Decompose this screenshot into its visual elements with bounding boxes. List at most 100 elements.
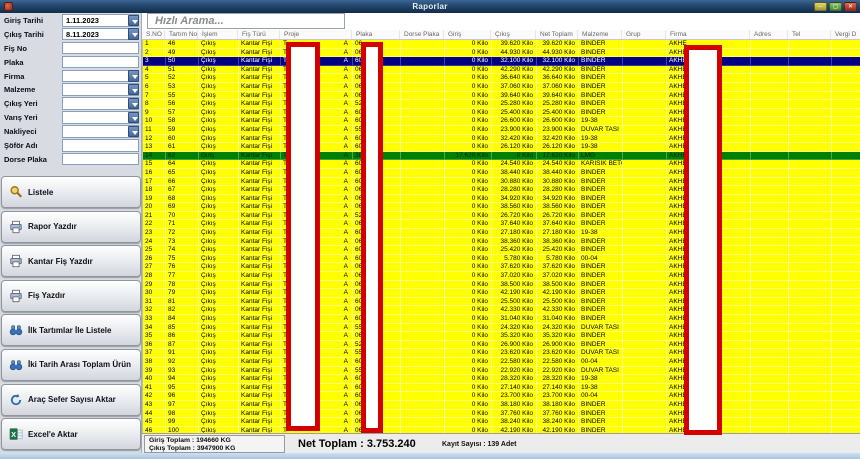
arac-sefer-sayisi-aktar-button[interactable]: Araç Sefer Sayısı Aktar bbox=[1, 384, 141, 416]
rapor-yazdir-button[interactable]: Rapor Yazdır bbox=[1, 211, 141, 243]
table-row[interactable]: 957ÇıkışKantar FişiTA600 Kilo25.400 Kilo… bbox=[143, 109, 860, 118]
table-row[interactable]: 3384ÇıkışKantar FişiTA600 Kilo31.040 Kil… bbox=[143, 315, 860, 324]
column-header-2[interactable]: İşlem bbox=[198, 30, 238, 39]
table-row[interactable]: 1564ÇıkışKantar FişiTA600 Kilo24.540 Kil… bbox=[143, 160, 860, 169]
proje-suffix: A bbox=[344, 135, 348, 143]
table-row[interactable]: 1968ÇıkışKantar FişiTA060 Kilo34.920 Kil… bbox=[143, 195, 860, 204]
plaka-input[interactable] bbox=[62, 56, 139, 69]
table-row[interactable]: 2978ÇıkışKantar FişiTA060 Kilo38.500 Kil… bbox=[143, 281, 860, 290]
table-row[interactable]: 1260ÇıkışKantar FişiTA600 Kilo32.420 Kil… bbox=[143, 135, 860, 144]
cell bbox=[789, 289, 832, 298]
cell bbox=[789, 263, 832, 272]
table-row[interactable]: 3282ÇıkışKantar FişiTA060 Kilo42.330 Kil… bbox=[143, 306, 860, 315]
cell: 23.620 Kilo bbox=[492, 349, 537, 358]
cell bbox=[789, 384, 832, 393]
kantar-fis-yazdir-button[interactable]: Kantar Fiş Yazdır bbox=[1, 245, 141, 277]
chevron-down-icon[interactable] bbox=[128, 84, 139, 96]
table-row[interactable]: 3993ÇıkışKantar FişiTA550 Kilo22.920 Kil… bbox=[143, 367, 860, 376]
dorse-plaka-input[interactable] bbox=[62, 153, 139, 166]
column-header-4[interactable]: Proje bbox=[280, 30, 352, 39]
table-row[interactable]: 1766ÇıkışKantar FişiTA600 Kilo30.880 Kil… bbox=[143, 178, 860, 187]
column-header-15[interactable]: Vergi D bbox=[831, 30, 860, 39]
fis-yazdir-button[interactable]: Fiş Yazdır bbox=[1, 280, 141, 312]
cell bbox=[401, 392, 445, 401]
column-header-0[interactable]: S.NO bbox=[142, 30, 165, 39]
table-row[interactable]: 2574ÇıkışKantar FişiTA600 Kilo25.420 Kil… bbox=[143, 246, 860, 255]
table-row[interactable]: 552ÇıkışKantar FişiTA060 Kilo36.640 Kilo… bbox=[143, 74, 860, 83]
table-row-selected[interactable]: 350ÇıkışKantar FişiTA600 Kilo32.100 Kilo… bbox=[143, 57, 860, 66]
table-row-highlighted[interactable]: 1462GirişKantar FişiTA3817.620 Kilo0 Kil… bbox=[143, 152, 860, 161]
maximize-button[interactable]: ▢ bbox=[829, 2, 842, 11]
table-row[interactable]: 2675ÇıkışKantar FişiTA600 Kilo5.780 Kilo… bbox=[143, 255, 860, 264]
table-row[interactable]: 3586ÇıkışKantar FişiTA060 Kilo35.320 Kil… bbox=[143, 332, 860, 341]
chevron-down-icon[interactable] bbox=[128, 98, 139, 110]
table-row[interactable]: 755ÇıkışKantar FişiTA060 Kilo39.640 Kilo… bbox=[143, 92, 860, 101]
table-row[interactable]: 2271ÇıkışKantar FişiTA060 Kilo37.640 Kil… bbox=[143, 220, 860, 229]
table-row[interactable]: 653ÇıkışKantar FişiTA060 Kilo37.060 Kilo… bbox=[143, 83, 860, 92]
chevron-down-icon[interactable] bbox=[128, 70, 139, 82]
table-row[interactable]: 2877ÇıkışKantar FişiTA060 Kilo37.020 Kil… bbox=[143, 272, 860, 281]
table-row[interactable]: 3687ÇıkışKantar FişiTA520 Kilo26.900 Kil… bbox=[143, 341, 860, 350]
column-header-10[interactable]: Malzeme bbox=[578, 30, 622, 39]
chevron-down-icon[interactable] bbox=[128, 126, 139, 138]
redaction-box-plaka bbox=[361, 42, 383, 433]
sofor-adi-input[interactable] bbox=[62, 139, 139, 152]
table-row[interactable]: 1867ÇıkışKantar FişiTA060 Kilo28.280 Kil… bbox=[143, 186, 860, 195]
excele-aktar-button[interactable]: XExcel'e Aktar bbox=[1, 418, 141, 450]
cell: 73 bbox=[166, 238, 199, 247]
table-row[interactable]: 2776ÇıkışKantar FişiTA060 Kilo37.620 Kil… bbox=[143, 263, 860, 272]
close-button[interactable]: ✕ bbox=[844, 2, 857, 11]
table-row[interactable]: 146ÇıkışKantar FişiTA060 Kilo39.620 Kilo… bbox=[143, 40, 860, 49]
column-header-14[interactable]: Tel bbox=[788, 30, 831, 39]
table-row[interactable]: 4599ÇıkışKantar FişiTA060 Kilo38.240 Kil… bbox=[143, 418, 860, 427]
quick-search-input[interactable]: Hızlı Arama... bbox=[147, 13, 345, 29]
column-header-9[interactable]: Net Toplam bbox=[536, 30, 578, 39]
cell: 28.320 Kilo bbox=[537, 375, 579, 384]
table-row[interactable]: 2473ÇıkışKantar FişiTA060 Kilo38.360 Kil… bbox=[143, 238, 860, 247]
column-header-11[interactable]: Grup bbox=[622, 30, 666, 39]
table-row[interactable]: 4498ÇıkışKantar FişiTA060 Kilo37.760 Kil… bbox=[143, 410, 860, 419]
records-table[interactable]: 146ÇıkışKantar FişiTA060 Kilo39.620 Kilo… bbox=[142, 40, 860, 433]
chevron-down-icon[interactable] bbox=[128, 112, 139, 124]
column-header-8[interactable]: Çıkış bbox=[491, 30, 536, 39]
table-row[interactable]: 3181ÇıkışKantar FişiTA600 Kilo25.500 Kil… bbox=[143, 298, 860, 307]
column-header-1[interactable]: Tartım No bbox=[165, 30, 198, 39]
ilk-tartimlar-ile-listele-button[interactable]: İlk Tartımlar İle Listele bbox=[1, 314, 141, 346]
minimize-button[interactable]: ─ bbox=[814, 2, 827, 11]
table-row[interactable]: 2069ÇıkışKantar FişiTA060 Kilo38.560 Kil… bbox=[143, 203, 860, 212]
column-header-5[interactable]: Plaka bbox=[352, 30, 400, 39]
table-row[interactable]: 1058ÇıkışKantar FişiTA600 Kilo26.600 Kil… bbox=[143, 117, 860, 126]
table-row[interactable]: 4094ÇıkışKantar FişiTA600 Kilo28.320 Kil… bbox=[143, 375, 860, 384]
table-row[interactable]: 3079ÇıkışKantar FişiTA060 Kilo42.190 Kil… bbox=[143, 289, 860, 298]
table-row[interactable]: 3791ÇıkışKantar FişiTA550 Kilo23.620 Kil… bbox=[143, 349, 860, 358]
table-row[interactable]: 4397ÇıkışKantar FişiTA060 Kilo38.180 Kil… bbox=[143, 401, 860, 410]
cell: BINDER bbox=[579, 74, 623, 83]
table-row[interactable]: 249ÇıkışKantar FişiTA060 Kilo44.930 Kilo… bbox=[143, 49, 860, 58]
column-header-7[interactable]: Giriş bbox=[444, 30, 491, 39]
table-row[interactable]: 1665ÇıkışKantar FişiTA600 Kilo38.440 Kil… bbox=[143, 169, 860, 178]
fis-no-input[interactable] bbox=[62, 42, 139, 55]
iki-tarih-arasi-toplam-urun-button[interactable]: İki Tarih Arası Toplam Ürün bbox=[1, 349, 141, 381]
cell bbox=[623, 160, 667, 169]
table-row[interactable]: 4195ÇıkışKantar FişiTA600 Kilo27.140 Kil… bbox=[143, 384, 860, 393]
chevron-down-icon[interactable] bbox=[128, 28, 139, 40]
table-row[interactable]: 4296ÇıkışKantar FişiTA600 Kilo23.700 Kil… bbox=[143, 392, 860, 401]
cell: Kantar Fişi bbox=[239, 83, 281, 92]
column-header-12[interactable]: Firma bbox=[666, 30, 750, 39]
table-row[interactable]: 1361ÇıkışKantar FişiTA600 Kilo26.120 Kil… bbox=[143, 143, 860, 152]
chevron-down-icon[interactable] bbox=[128, 15, 139, 27]
column-header-3[interactable]: Fiş Türü bbox=[238, 30, 280, 39]
table-row[interactable]: 856ÇıkışKantar FişiTA520 Kilo25.280 Kilo… bbox=[143, 100, 860, 109]
column-header-13[interactable]: Adres bbox=[750, 30, 788, 39]
table-row[interactable]: 3485ÇıkışKantar FişiTA550 Kilo24.320 Kil… bbox=[143, 324, 860, 333]
cell bbox=[832, 298, 860, 307]
table-row[interactable]: 451ÇıkışKantar FişiTA060 Kilo42.290 Kilo… bbox=[143, 66, 860, 75]
table-row[interactable]: 3892ÇıkışKantar FişiTA600 Kilo22.580 Kil… bbox=[143, 358, 860, 367]
cell bbox=[401, 220, 445, 229]
column-header-6[interactable]: Dorse Plaka bbox=[400, 30, 444, 39]
table-row[interactable]: 2372ÇıkışKantar FişiTA600 Kilo27.180 Kil… bbox=[143, 229, 860, 238]
listele-button[interactable]: Listele bbox=[1, 176, 141, 208]
cell bbox=[789, 392, 832, 401]
table-row[interactable]: 2170ÇıkışKantar FişiTA520 Kilo26.720 Kil… bbox=[143, 212, 860, 221]
table-row[interactable]: 1159ÇıkışKantar FişiTA550 Kilo23.900 Kil… bbox=[143, 126, 860, 135]
